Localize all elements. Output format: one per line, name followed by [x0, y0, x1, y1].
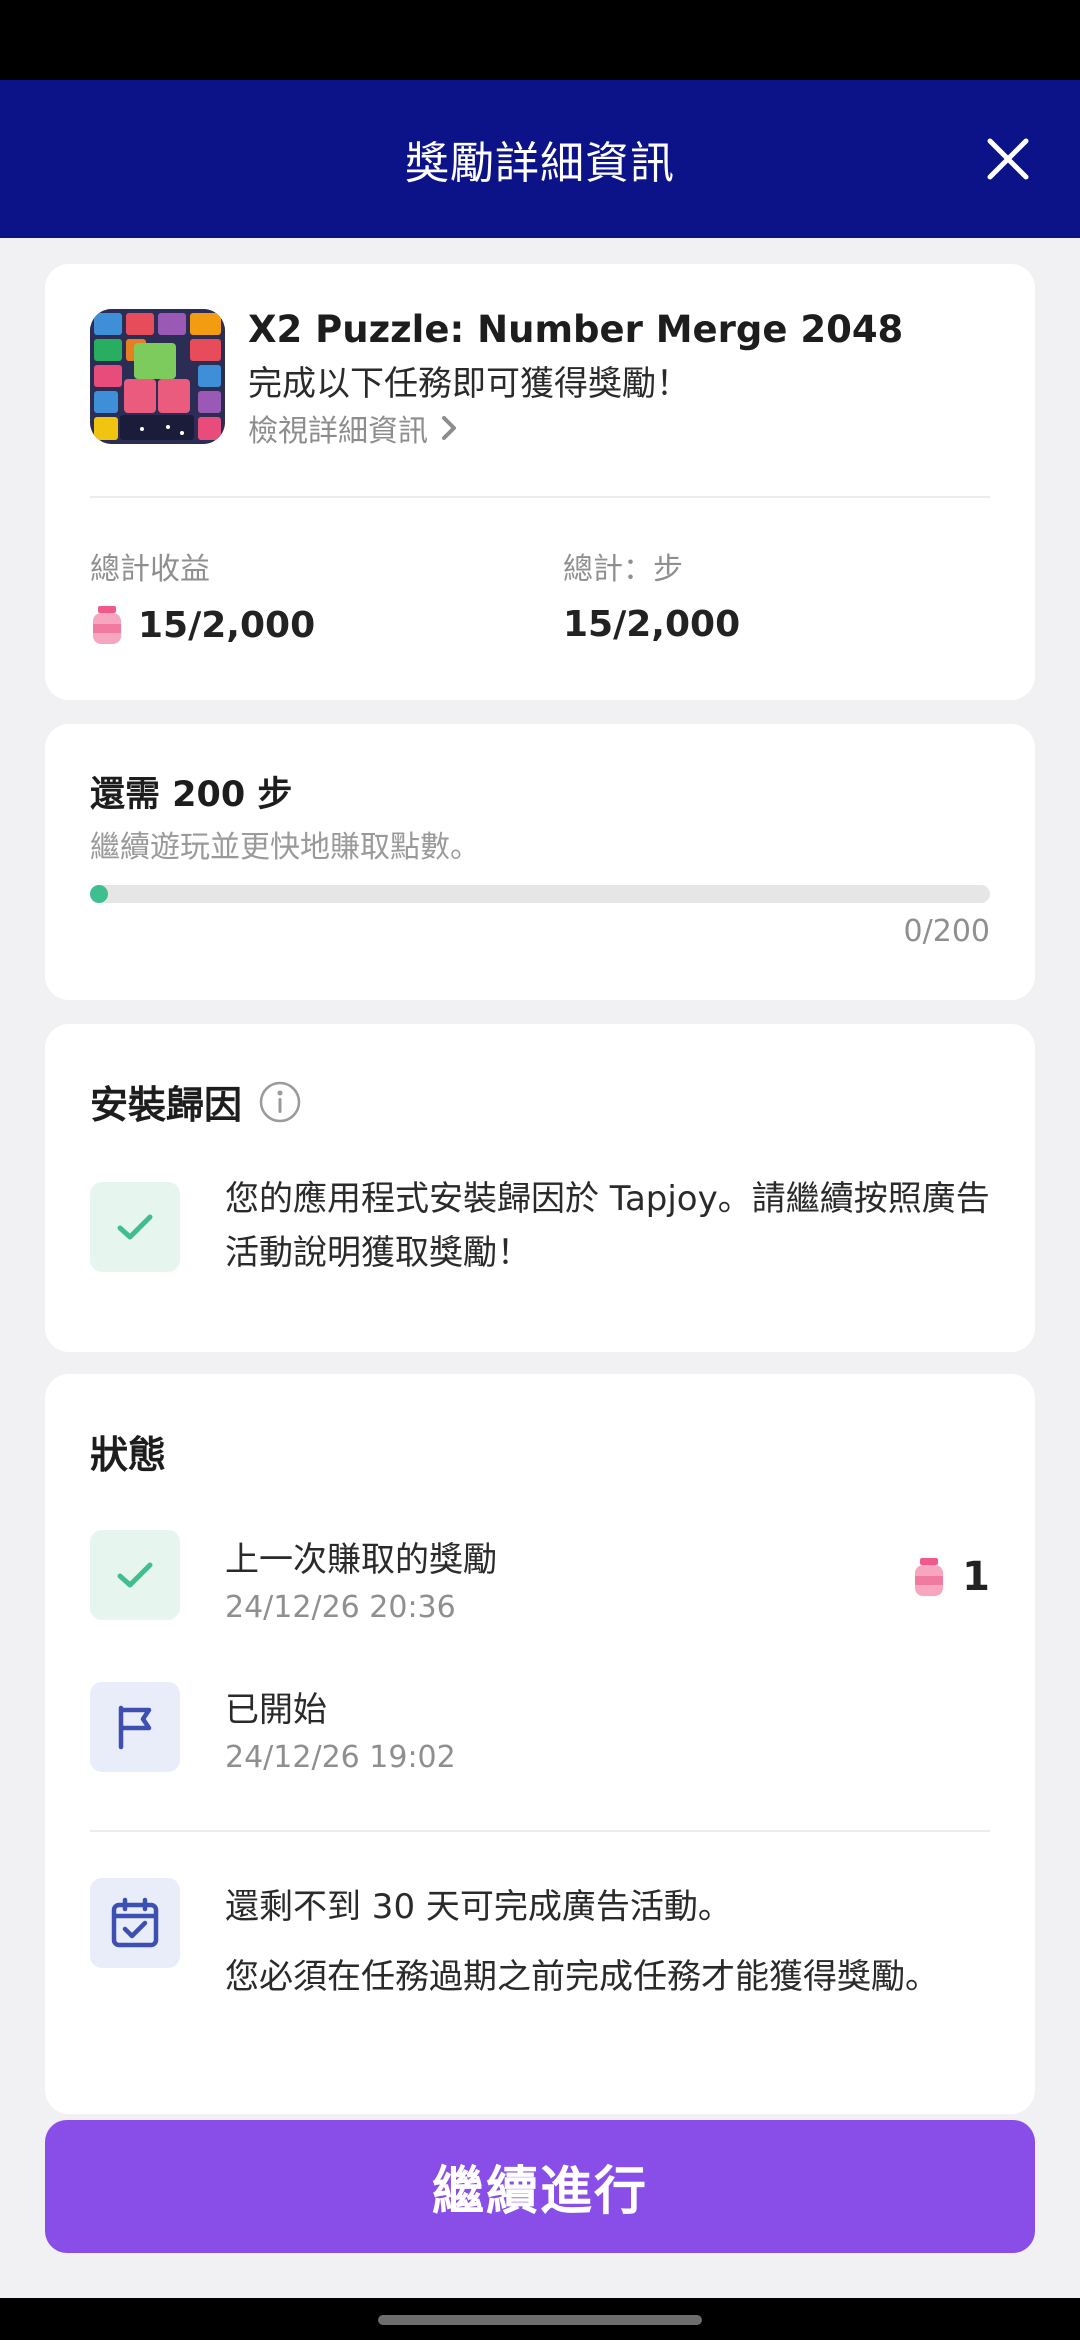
- home-indicator[interactable]: [378, 2315, 702, 2325]
- check-icon: [117, 1214, 153, 1240]
- check-badge: [90, 1530, 180, 1620]
- calendar-check-icon: [111, 1897, 159, 1948]
- deadline-text: 還剩不到 30 天可完成廣告活動。: [225, 1887, 732, 1927]
- app-summary-card: X2 Puzzle: Number Merge 2048 完成以下任務即可獲得獎…: [45, 264, 1035, 700]
- close-button[interactable]: [972, 123, 1044, 195]
- steps-remaining-title: 還需 200 步: [90, 775, 293, 815]
- chevron-right-icon: [442, 416, 456, 440]
- steps-progress-card: 還需 200 步 繼續遊玩並更快地賺取點數。 0/200: [45, 724, 1035, 1000]
- total-steps-value: 15/2,000: [563, 604, 741, 645]
- view-details-link[interactable]: 檢視詳細資訊: [248, 406, 458, 450]
- continue-button[interactable]: 繼續進行: [45, 2120, 1035, 2253]
- page-title: 獎勵詳細資訊: [405, 138, 675, 189]
- header-bar: 獎勵詳細資訊: [0, 80, 1080, 238]
- app-subtitle: 完成以下任務即可獲得獎勵！: [248, 364, 690, 404]
- progress-count: 0/200: [903, 914, 990, 949]
- check-icon: [117, 1562, 153, 1588]
- last-reward-value: 1: [962, 1554, 990, 1600]
- last-reward-time: 24/12/26 20:36: [225, 1590, 456, 1625]
- status-bar: [0, 0, 1080, 80]
- last-reward-label: 上一次賺取的獎勵: [225, 1540, 497, 1580]
- install-attribution-card: 安裝歸因 您的應用程式安裝歸因於 Tapjoy。請繼續按照廣告活動說明獲取獎勵！: [45, 1024, 1035, 1352]
- total-steps-label: 總計：步: [563, 552, 683, 587]
- divider: [90, 1830, 990, 1832]
- progress-bar-fill: [90, 885, 108, 903]
- view-details-label: 檢視詳細資訊: [248, 414, 428, 449]
- deadline-note: 您必須在任務過期之前完成任務才能獲得獎勵。: [225, 1957, 939, 1997]
- started-label: 已開始: [225, 1690, 327, 1730]
- total-earnings-value: 15/2,000: [90, 604, 315, 646]
- reward-jar-icon: [93, 606, 121, 644]
- app-name: X2 Puzzle: Number Merge 2048: [248, 308, 904, 351]
- started-time: 24/12/26 19:02: [225, 1740, 456, 1775]
- total-earnings-label: 總計收益: [90, 552, 210, 587]
- flag-badge: [90, 1682, 180, 1772]
- info-icon[interactable]: [258, 1080, 302, 1124]
- install-attribution-heading: 安裝歸因: [90, 1083, 243, 1127]
- app-icon: [90, 309, 225, 444]
- status-title: 狀態: [90, 1433, 167, 1477]
- install-attribution-title: 安裝歸因: [90, 1074, 302, 1129]
- total-earnings-amount: 15/2,000: [138, 604, 316, 646]
- divider: [90, 496, 990, 498]
- progress-bar: [90, 885, 990, 903]
- status-card: 狀態 上一次賺取的獎勵 24/12/26 20:36 1 已開始 24/12/2…: [45, 1374, 1035, 2114]
- check-badge: [90, 1182, 180, 1272]
- calendar-badge: [90, 1878, 180, 1968]
- flag-icon: [118, 1705, 152, 1750]
- steps-remaining-subtitle: 繼續遊玩並更快地賺取點數。: [90, 830, 480, 865]
- reward-jar-icon: [915, 1558, 944, 1596]
- install-attribution-text: 您的應用程式安裝歸因於 Tapjoy。請繼續按照廣告活動說明獲取獎勵！: [225, 1179, 990, 1273]
- close-icon: [987, 138, 1029, 180]
- last-reward-amount: 1: [912, 1554, 990, 1600]
